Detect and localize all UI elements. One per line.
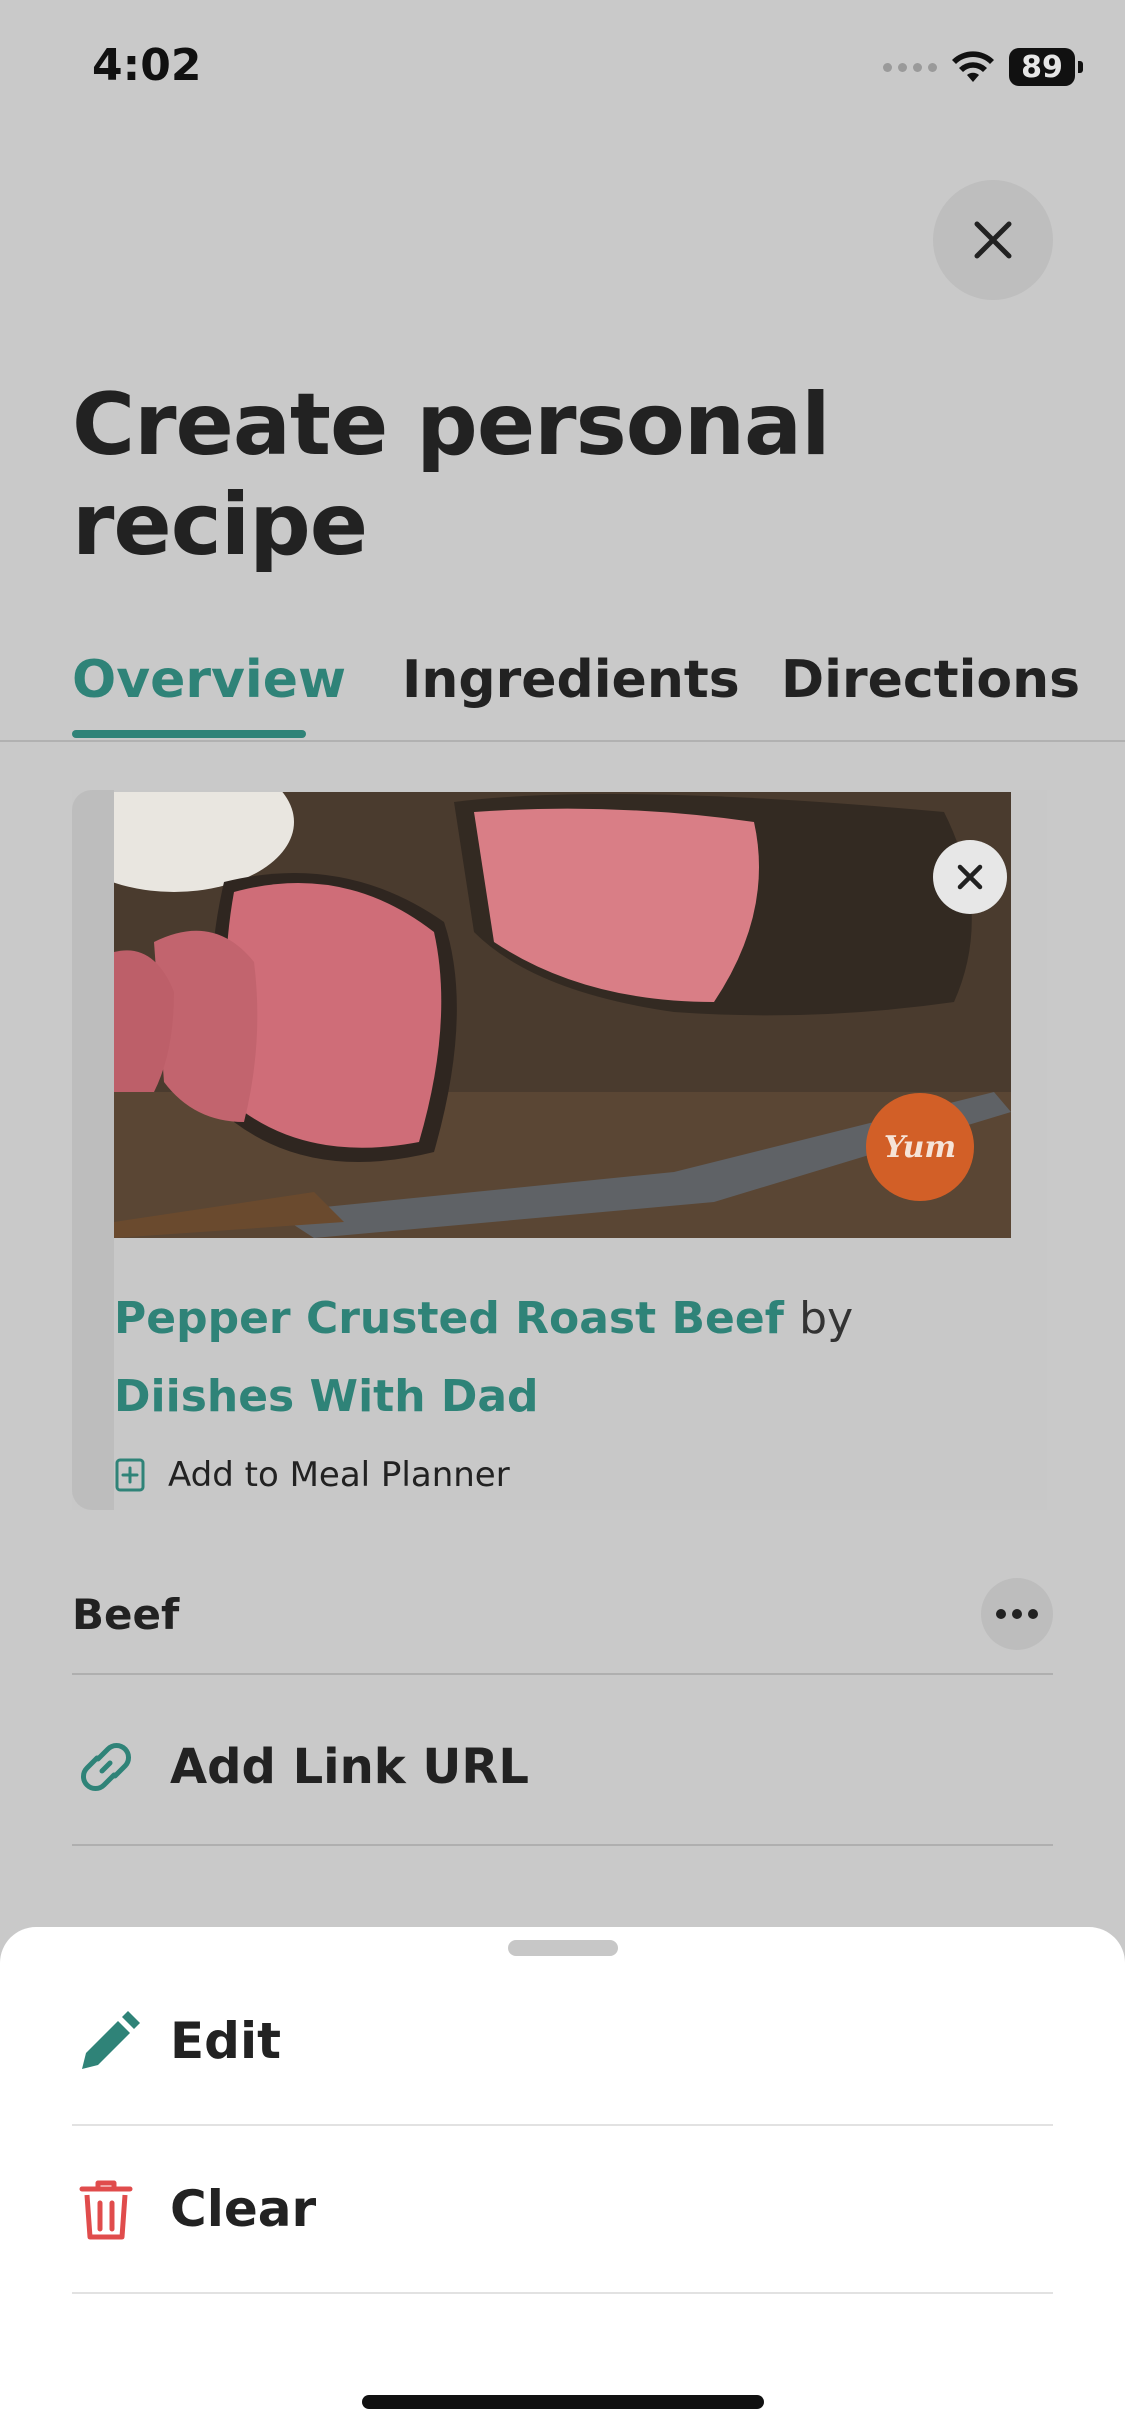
status-time: 4:02	[92, 40, 202, 91]
more-dots-icon	[996, 1609, 1038, 1619]
close-icon	[957, 864, 983, 890]
close-icon	[974, 221, 1012, 259]
recipe-author-link[interactable]: Diishes With Dad	[114, 1371, 539, 1422]
trash-icon	[79, 2180, 133, 2240]
edit-button[interactable]: Edit	[72, 1958, 1053, 2126]
active-tab-indicator	[72, 730, 306, 738]
tab-ingredients[interactable]: Ingredients	[402, 620, 740, 740]
clear-label: Clear	[170, 2180, 317, 2238]
status-icons: 89	[883, 48, 1083, 86]
battery-indicator: 89	[1009, 48, 1083, 86]
sheet-grabber[interactable]	[508, 1940, 618, 1956]
link-icon	[81, 1743, 131, 1791]
recipe-title-block: Pepper Crusted Roast Beef by Diishes Wit…	[114, 1280, 974, 1436]
add-calendar-icon	[115, 1458, 145, 1492]
cellular-signal-icon	[883, 62, 937, 72]
close-button[interactable]	[933, 180, 1053, 300]
tab-overview[interactable]: Overview	[72, 620, 346, 740]
remove-photo-button[interactable]	[933, 840, 1007, 914]
more-options-button[interactable]	[981, 1578, 1053, 1650]
meal-planner-label: Add to Meal Planner	[168, 1455, 510, 1495]
page-title: Create personal recipe	[72, 375, 831, 575]
tab-directions[interactable]: Directions	[781, 620, 1080, 740]
add-link-url-button[interactable]: Add Link URL	[72, 1690, 1053, 1846]
category-label: Beef	[72, 1589, 180, 1639]
recipe-by-label: by	[799, 1293, 854, 1344]
home-indicator[interactable]	[362, 2395, 764, 2409]
wifi-icon	[952, 51, 994, 82]
yum-logo-badge: Yum	[866, 1093, 974, 1201]
card-edge	[72, 790, 114, 1510]
add-to-meal-planner-button[interactable]: Add to Meal Planner	[114, 1455, 510, 1495]
add-link-url-label: Add Link URL	[170, 1739, 529, 1795]
edit-label: Edit	[170, 2012, 281, 2070]
tab-bar: Overview Ingredients Directions	[0, 620, 1125, 742]
recipe-title-link[interactable]: Pepper Crusted Roast Beef	[114, 1293, 784, 1344]
category-row: Beef	[72, 1555, 1053, 1675]
status-bar: 4:02 89	[0, 0, 1125, 140]
pencil-icon	[82, 2011, 140, 2069]
clear-button[interactable]: Clear	[72, 2126, 1053, 2294]
